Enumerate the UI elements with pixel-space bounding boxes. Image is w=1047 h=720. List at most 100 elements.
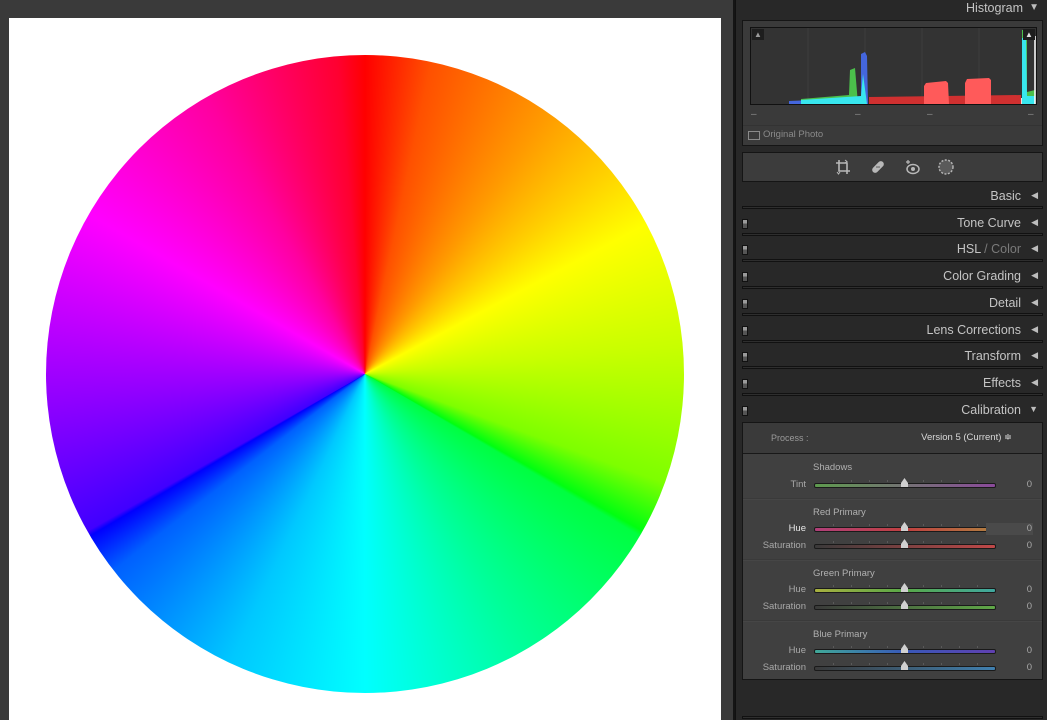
collapse-arrow-icon: ◀	[1031, 297, 1038, 307]
panel-toggle-switch[interactable]	[742, 219, 748, 229]
tool-strip	[742, 152, 1043, 182]
slider-label: Saturation	[762, 601, 806, 612]
title-separator: /	[980, 242, 992, 256]
blue-hue-value[interactable]: 0	[992, 645, 1032, 656]
green-hue-slider[interactable]	[814, 583, 996, 593]
healing-tool-button[interactable]	[869, 158, 887, 176]
panel-separator	[742, 393, 1043, 396]
red-saturation-value[interactable]: 0	[992, 540, 1032, 551]
collapse-arrow-icon: ◀	[1031, 324, 1038, 334]
histogram-collapse-arrow-icon[interactable]: ▼	[1029, 2, 1039, 13]
original-photo-checkbox[interactable]	[748, 131, 760, 140]
slider-thumb[interactable]	[901, 539, 908, 548]
slider-tick	[851, 524, 852, 526]
histogram: ▲ ▲ – – – – Original Photo	[742, 20, 1043, 146]
slider-thumb[interactable]	[901, 478, 908, 487]
panel-toggle-switch[interactable]	[742, 352, 748, 362]
group-separator	[743, 498, 1042, 500]
histogram-graph[interactable]: ▲ ▲	[750, 27, 1037, 105]
blue-saturation-value[interactable]: 0	[992, 662, 1032, 673]
shadows-tint-value[interactable]: 0	[992, 479, 1032, 490]
process-version-select[interactable]: Version 5 (Current) ≑	[921, 432, 1012, 443]
panel-divider[interactable]	[721, 0, 735, 720]
slider-tick	[977, 646, 978, 648]
slider-tick	[977, 480, 978, 482]
slider-tick	[941, 524, 942, 526]
slider-tick	[851, 541, 852, 543]
slider-tick	[869, 585, 870, 587]
panel-title: Color Grading	[943, 269, 1021, 283]
masking-tool-button[interactable]	[937, 158, 955, 176]
panel-toggle-switch[interactable]	[742, 299, 748, 309]
slider-tick	[959, 602, 960, 604]
slider-tick	[887, 524, 888, 526]
develop-right-panel: Histogram ▼ ▲ ▲ – – – – Original Photo B…	[735, 0, 1047, 720]
red-hue-value[interactable]: 0	[986, 523, 1033, 535]
collapse-arrow-icon: ◀	[1031, 190, 1038, 200]
slider-tick	[869, 602, 870, 604]
slider-tick	[941, 541, 942, 543]
blue-saturation-slider[interactable]	[814, 661, 996, 671]
group-title-blue-primary: Blue Primary	[813, 629, 868, 640]
red-hue-slider[interactable]	[814, 522, 996, 532]
slider-tick	[977, 524, 978, 526]
slider-tick	[923, 585, 924, 587]
red-saturation-slider[interactable]	[814, 539, 996, 549]
panel-toggle-switch[interactable]	[742, 272, 748, 282]
crop-tool-button[interactable]	[834, 158, 852, 176]
histogram-iso: –	[751, 109, 757, 120]
slider-label: Saturation	[762, 540, 806, 551]
panel-separator	[742, 286, 1043, 289]
panel-toggle-switch[interactable]	[742, 379, 748, 389]
slider-tick	[941, 480, 942, 482]
slider-label: Saturation	[762, 662, 806, 673]
hsl-tab[interactable]: HSL	[957, 242, 981, 256]
histogram-title[interactable]: Histogram	[966, 1, 1023, 15]
slider-tick	[887, 541, 888, 543]
green-saturation-value[interactable]: 0	[992, 601, 1032, 612]
bandage-icon	[872, 161, 884, 173]
color-tab[interactable]: Color	[991, 242, 1021, 256]
slider-tick	[959, 646, 960, 648]
panel-toggle-switch[interactable]	[742, 406, 748, 416]
histogram-shutter: –	[1028, 109, 1034, 120]
original-photo-row: Original Photo	[743, 125, 1042, 146]
slider-thumb[interactable]	[901, 583, 908, 592]
group-title-red-primary: Red Primary	[813, 507, 866, 518]
slider-tick	[941, 646, 942, 648]
slider-tick	[851, 646, 852, 648]
slider-label: Hue	[788, 645, 806, 656]
histogram-grid	[807, 28, 980, 104]
red-eye-tool-button[interactable]	[904, 158, 922, 176]
shadows-tint-slider[interactable]	[814, 478, 996, 488]
panel-header-calibration[interactable]: Calibration ▼	[742, 398, 1043, 423]
panel-separator	[742, 206, 1043, 209]
panel-toggle-switch[interactable]	[742, 245, 748, 255]
blue-hue-slider[interactable]	[814, 644, 996, 654]
panel-separator	[742, 340, 1043, 343]
slider-thumb[interactable]	[901, 644, 908, 653]
green-saturation-slider[interactable]	[814, 600, 996, 610]
panel-separator	[742, 233, 1043, 236]
slider-tick	[977, 541, 978, 543]
slider-tick	[887, 646, 888, 648]
panel-title: Lens Corrections	[926, 323, 1022, 337]
original-photo-label: Original Photo	[763, 129, 824, 140]
slider-thumb[interactable]	[901, 661, 908, 670]
slider-tick	[833, 541, 834, 543]
slider-tick	[887, 602, 888, 604]
panel-title: Effects	[983, 376, 1021, 390]
slider-tick	[959, 541, 960, 543]
histogram-info: – – – –	[743, 109, 1042, 121]
slider-tick	[851, 663, 852, 665]
highlight-clipping-toggle[interactable]: ▲	[1023, 29, 1035, 40]
photo[interactable]	[9, 18, 721, 720]
slider-tick	[869, 524, 870, 526]
panel-toggle-switch[interactable]	[742, 326, 748, 336]
eye-icon	[906, 160, 920, 175]
green-hue-value[interactable]: 0	[992, 584, 1032, 595]
slider-thumb[interactable]	[901, 522, 908, 531]
slider-tick	[851, 602, 852, 604]
slider-thumb[interactable]	[901, 600, 908, 609]
shadow-clipping-toggle[interactable]: ▲	[752, 29, 764, 40]
